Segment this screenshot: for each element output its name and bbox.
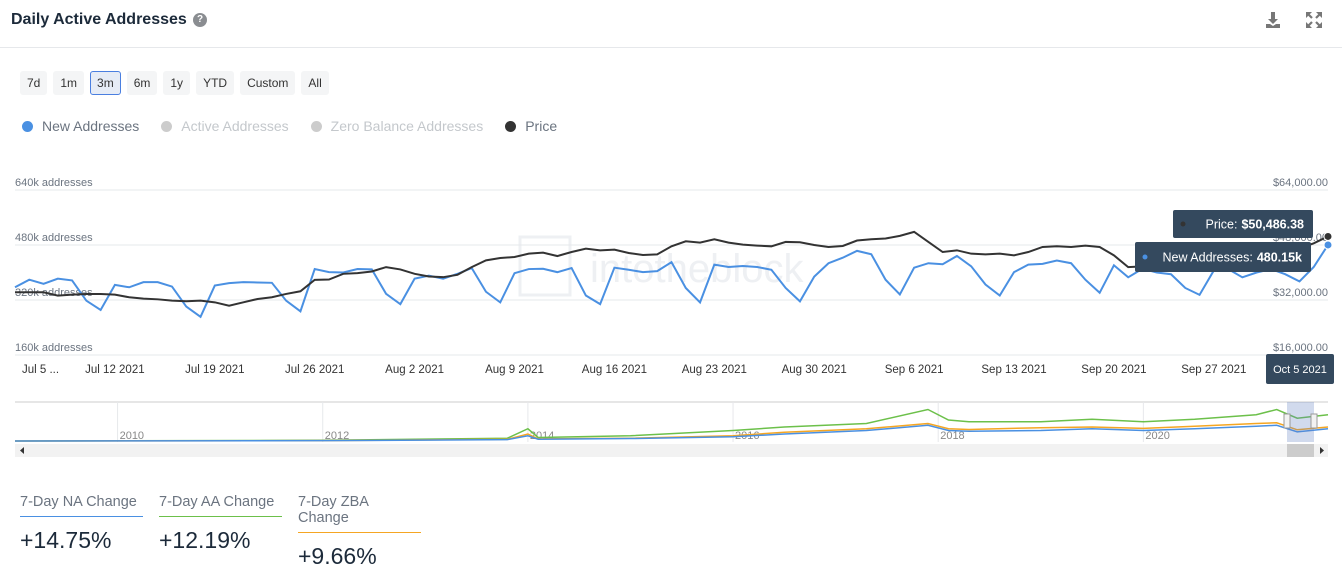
y-right-tick-label: $64,000.00 bbox=[1273, 177, 1328, 189]
navigator-handle-right[interactable] bbox=[1311, 414, 1317, 428]
stat-label: 7-Day ZBA Change bbox=[298, 494, 421, 533]
scrollbar-thumb[interactable] bbox=[1287, 444, 1314, 457]
tooltip-label: Price: bbox=[1205, 218, 1237, 232]
data-point[interactable] bbox=[1324, 232, 1332, 240]
stat-value: +12.19% bbox=[159, 527, 282, 554]
svg-text:New Addresses:480.15k: New Addresses: 480.15k bbox=[1162, 251, 1302, 265]
x-tick-label: Sep 6 2021 bbox=[885, 364, 944, 376]
watermark-logo-icon bbox=[520, 237, 570, 295]
x-crosshair-label: Oct 5 2021 bbox=[1273, 364, 1327, 376]
tooltip-dot-icon bbox=[1181, 222, 1186, 227]
stat-card: 7-Day AA Change +12.19% bbox=[159, 494, 282, 570]
tooltip-value: $50,486.38 bbox=[1241, 218, 1304, 232]
stat-card: 7-Day ZBA Change +9.66% bbox=[298, 494, 421, 570]
navigator-year-label: 2018 bbox=[940, 430, 964, 442]
navigator-handle-left[interactable] bbox=[1284, 414, 1290, 428]
stat-card: 7-Day NA Change +14.75% bbox=[20, 494, 143, 570]
main-chart: intotheblock160k addresses$16,000.00320k… bbox=[0, 0, 1342, 400]
x-tick-label: Jul 12 2021 bbox=[85, 364, 144, 376]
svg-text:Price:$50,486.38: Price: $50,486.38 bbox=[1205, 218, 1304, 232]
new-addresses-tooltip: New Addresses: 480.15k bbox=[1135, 242, 1311, 272]
x-tick-label: Sep 13 2021 bbox=[981, 364, 1046, 376]
scrollbar-track[interactable] bbox=[15, 444, 1328, 457]
x-tick-label: Sep 20 2021 bbox=[1081, 364, 1146, 376]
x-tick-label: Jul 19 2021 bbox=[185, 364, 244, 376]
price-tooltip: Price: $50,486.38 bbox=[1173, 210, 1313, 238]
y-left-tick-label: 480k addresses bbox=[15, 232, 93, 244]
tooltip-label: New Addresses: bbox=[1162, 251, 1252, 265]
x-tick-label: Aug 16 2021 bbox=[582, 364, 647, 376]
stat-label: 7-Day AA Change bbox=[159, 494, 282, 517]
y-right-tick-label: $16,000.00 bbox=[1273, 342, 1328, 354]
x-tick-label: Jul 26 2021 bbox=[285, 364, 344, 376]
x-tick-label: Aug 23 2021 bbox=[682, 364, 747, 376]
x-tick-label: Jul 5 ... bbox=[22, 364, 59, 376]
tooltip-value: 480.15k bbox=[1257, 251, 1302, 265]
navigator[interactable]: 201020122014201620182020 bbox=[0, 395, 1342, 465]
navigator-year-label: 2020 bbox=[1145, 430, 1169, 442]
navigator-series-line bbox=[15, 410, 1328, 442]
data-point[interactable] bbox=[1324, 241, 1332, 249]
x-tick-label: Sep 27 2021 bbox=[1181, 364, 1246, 376]
stats-row: 7-Day NA Change +14.75% 7-Day AA Change +12… bbox=[20, 494, 421, 570]
stat-label: 7-Day NA Change bbox=[20, 494, 143, 517]
tooltip-dot-icon bbox=[1143, 255, 1148, 260]
y-left-tick-label: 160k addresses bbox=[15, 342, 93, 354]
x-tick-label: Aug 30 2021 bbox=[782, 364, 847, 376]
x-tick-label: Aug 2 2021 bbox=[385, 364, 444, 376]
stat-value: +9.66% bbox=[298, 543, 421, 570]
y-left-tick-label: 640k addresses bbox=[15, 177, 93, 189]
y-right-tick-label: $32,000.00 bbox=[1273, 287, 1328, 299]
stat-value: +14.75% bbox=[20, 527, 143, 554]
x-tick-label: Aug 9 2021 bbox=[485, 364, 544, 376]
navigator-selection[interactable] bbox=[1287, 402, 1314, 442]
